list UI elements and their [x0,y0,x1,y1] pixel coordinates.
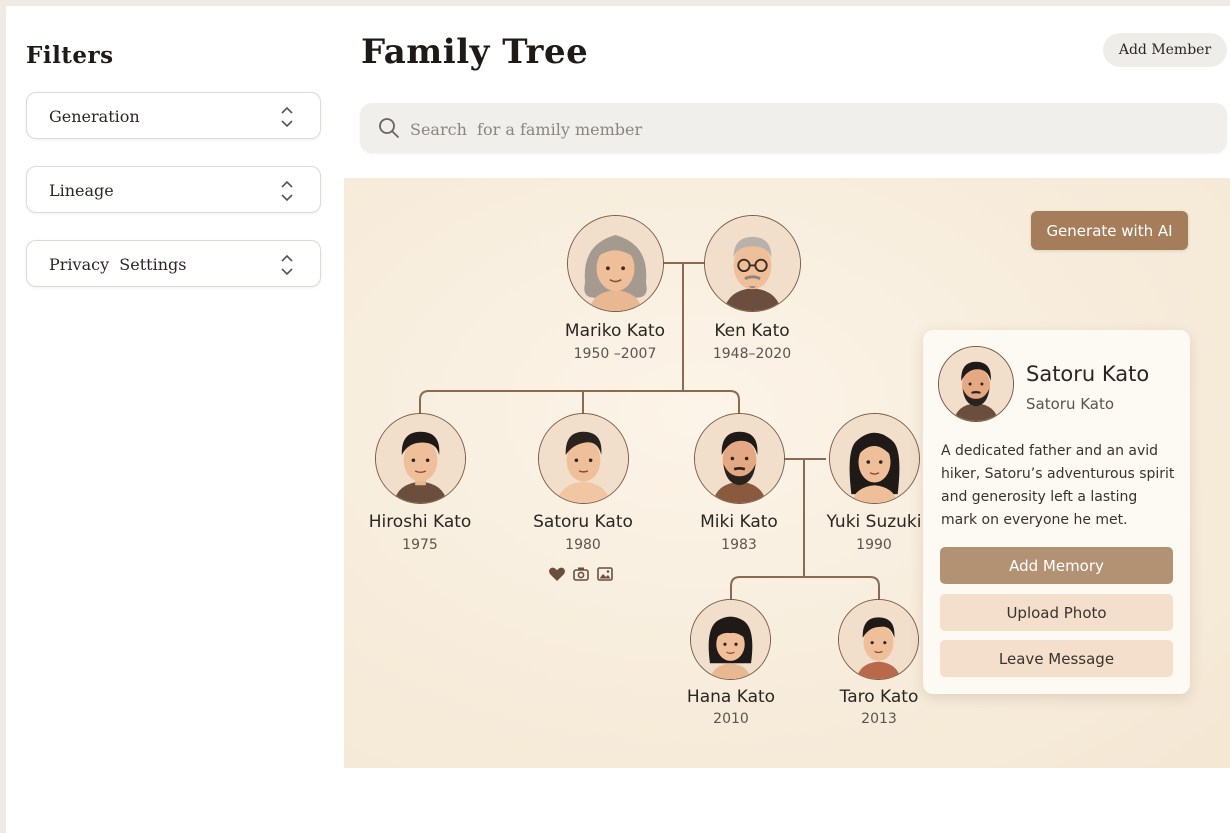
person-satoru-kato[interactable]: Satoru Kato 1980 [508,413,658,563]
generate-with-ai-button[interactable]: Generate with AI [1031,211,1188,250]
person-name: Miki Kato [700,512,778,532]
person-years: 2010 [713,711,749,727]
person-name: Hiroshi Kato [368,512,472,532]
person-name: Satoru Kato [533,512,633,532]
card-person-subtitle: Satoru Kato [1026,395,1115,413]
avatar [690,599,771,680]
chevron-up-down-icon [281,254,293,276]
filter-generation[interactable]: Generation [26,92,321,139]
filter-label: Lineage [49,181,114,200]
sidebar-title: Filters [26,42,114,69]
person-years: 2013 [861,711,897,727]
person-years: 1980 [565,537,601,553]
satoru-action-icons [548,565,628,583]
camera-icon[interactable] [572,565,590,583]
add-member-button[interactable]: Add Member [1103,33,1227,67]
person-years: 1983 [721,537,757,553]
leave-message-button[interactable]: Leave Message [940,640,1173,677]
avatar [567,215,664,312]
app-window: Filters Generation Lineage Privacy Setti… [6,6,1230,833]
avatar [829,413,920,504]
person-name: Mariko Kato [564,321,666,341]
person-ken-kato[interactable]: Ken Kato 1948–2020 [677,215,827,375]
chevron-up-down-icon [281,106,293,128]
person-miki-kato[interactable]: Miki Kato 1983 [664,413,814,563]
search-icon [379,118,399,138]
upload-photo-button[interactable]: Upload Photo [940,594,1173,631]
add-memory-button[interactable]: Add Memory [940,547,1173,584]
page-title: Family Tree [361,32,589,72]
avatar [375,413,466,504]
person-mariko-kato[interactable]: Mariko Kato 1950 –2007 [540,215,690,375]
card-avatar [938,346,1014,422]
family-tree-canvas: Generate with AI Mariko Kato 1950 –2007 [344,178,1230,768]
avatar [538,413,629,504]
filter-privacy-settings[interactable]: Privacy Settings [26,240,321,287]
avatar [838,599,919,680]
filter-lineage[interactable]: Lineage [26,166,321,213]
search-bar [360,103,1227,153]
person-hiroshi-kato[interactable]: Hiroshi Kato 1975 [345,413,495,563]
photo-icon[interactable] [596,565,614,583]
heart-icon[interactable] [548,565,566,583]
card-bio: A dedicated father and an avid hiker, Sa… [941,443,1175,528]
person-hana-kato[interactable]: Hana Kato 2010 [656,599,806,739]
person-years: 1948–2020 [712,346,792,362]
filter-label: Privacy Settings [49,255,187,274]
filter-label: Generation [49,107,140,126]
chevron-up-down-icon [281,180,293,202]
avatar [694,413,785,504]
person-years: 1950 –2007 [573,346,657,362]
search-input[interactable] [408,113,1192,145]
avatar [704,215,801,312]
person-name: Ken Kato [714,321,790,341]
person-name: Hana Kato [686,687,776,707]
person-years: 1975 [402,537,438,553]
person-detail-card: Satoru Kato Satoru Kato A dedicated fath… [923,330,1190,694]
card-person-name: Satoru Kato [1026,362,1150,386]
